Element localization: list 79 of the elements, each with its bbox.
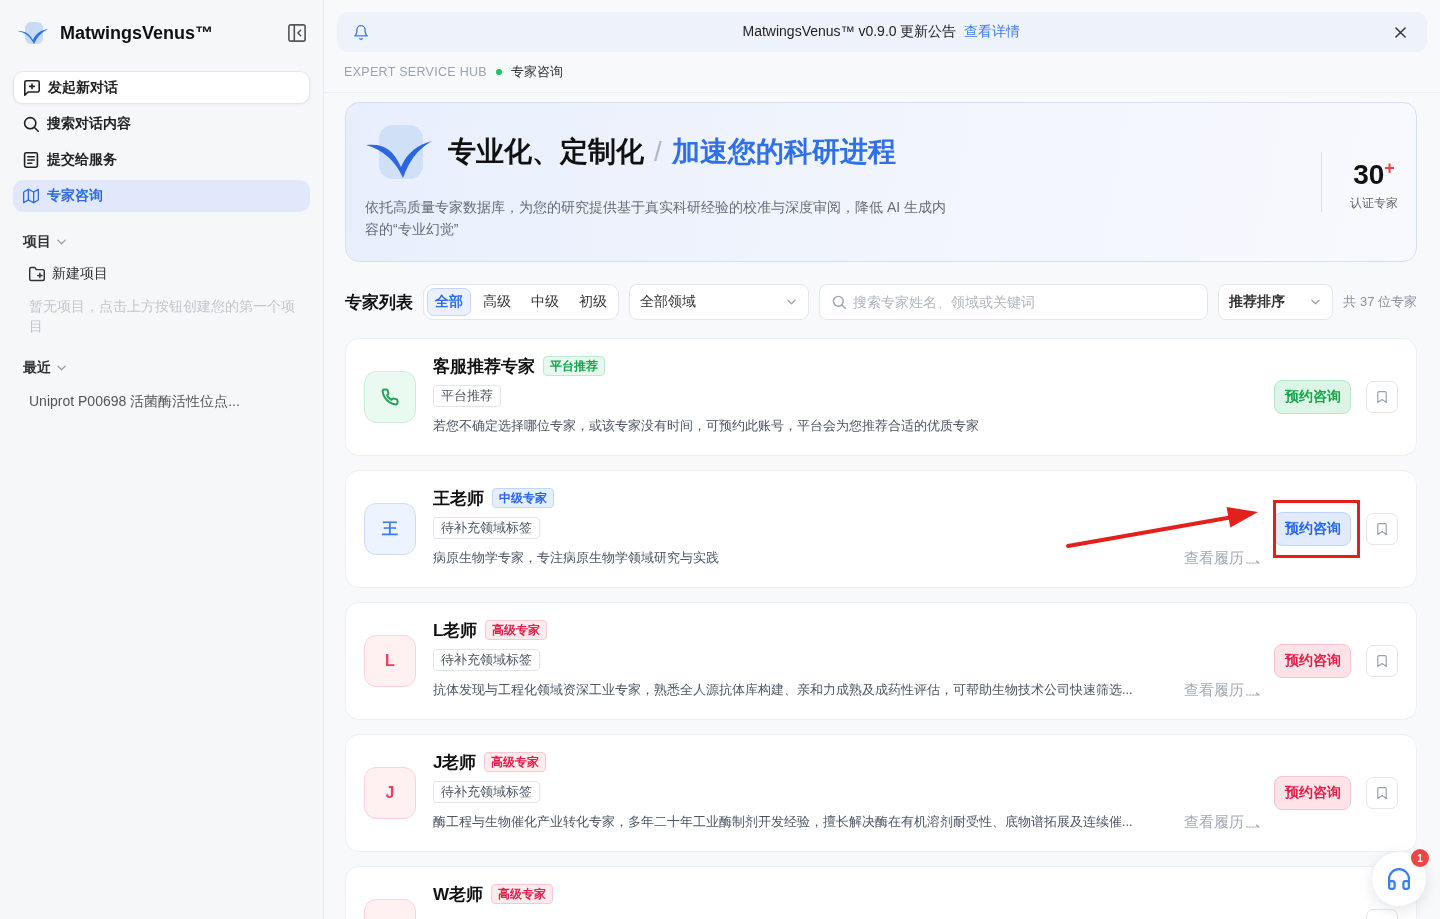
tier-tab[interactable]: 中级 (523, 288, 567, 316)
bookmark-icon (1377, 523, 1387, 535)
dotted-arrow-icon (1246, 824, 1260, 828)
field-tag: 待补充领域标签 (433, 517, 540, 539)
tier-tab[interactable]: 高级 (475, 288, 519, 316)
field-dropdown[interactable]: 全部领域 (629, 284, 809, 320)
details-link[interactable]: 查看详情 (964, 23, 1021, 41)
map-icon (23, 188, 39, 204)
chevron-down-icon (787, 299, 796, 305)
tier-tab[interactable]: 全部 (427, 288, 471, 316)
letter-avatar: J (364, 767, 416, 819)
folder-plus-icon (29, 266, 45, 282)
logo-icon (365, 123, 433, 181)
new-chat-button[interactable]: 发起新对话 (13, 71, 310, 104)
new-project-button[interactable]: 新建项目 (13, 262, 310, 286)
bookmark-icon (1377, 391, 1387, 403)
bookmark-icon (1377, 787, 1387, 799)
collapse-sidebar-icon[interactable] (288, 24, 306, 42)
field-tag: 待补充领域标签 (433, 649, 540, 671)
bookmark-button[interactable] (1366, 645, 1398, 677)
letter-avatar: 王 (364, 503, 416, 555)
chat-plus-icon (24, 79, 40, 96)
field-tag: 平台推荐 (433, 385, 501, 407)
headset-icon (1388, 868, 1410, 890)
nav-item[interactable]: 提交给服务 (13, 144, 310, 176)
expert-name: L老师 (433, 619, 478, 642)
hero-title: 专业化、定制化 (448, 135, 644, 169)
breadcrumb-page: 专家咨询 (510, 63, 563, 81)
chevron-down-icon (1311, 299, 1321, 305)
expert-description: 酶工程与生物催化产业转化专家，多年二十年工业酶制剂开发经验，擅长解决酶在有机溶剂耐受性、底物谱拓展及连续催... (433, 813, 1133, 831)
app-name: MatwingsVenus™ (60, 22, 215, 44)
bookmark-button[interactable] (1366, 777, 1398, 809)
hero-description: 依托高质量专家数据库，为您的研究提供基于真实科研经验的校准与深度审阅，降低 AI 生成内容的“专业幻觉” (365, 198, 947, 239)
status-dot-icon (495, 69, 502, 75)
tier-badge: 高级专家 (491, 884, 554, 904)
expert-name: J老师 (433, 751, 477, 774)
tier-badge: 高级专家 (484, 752, 547, 772)
search-icon (832, 295, 846, 309)
bookmark-icon (1377, 655, 1387, 667)
expert-name: W老师 (433, 883, 484, 906)
book-consultation-button[interactable]: 预约咨询 (1274, 512, 1351, 546)
expert-count-label: 认证专家 (1350, 195, 1398, 213)
book-consultation-button[interactable]: 预约咨询 (1274, 644, 1351, 678)
expert-description: 抗体发现与工程化领域资深工业专家，熟悉全人源抗体库构建、亲和力成熟及成药性评估，可帮助生物技术公司快速筛选... (433, 681, 1133, 699)
title-separator: / (654, 136, 662, 168)
list-title: 专家列表 (345, 291, 413, 314)
bell-icon (354, 24, 368, 40)
book-consultation-button[interactable]: 预约咨询 (1274, 776, 1351, 810)
sort-dropdown[interactable]: 推荐排序 (1218, 284, 1334, 320)
phone-icon (364, 371, 416, 423)
nav-item[interactable]: 搜索对话内容 (13, 108, 310, 140)
tier-badge: 高级专家 (485, 620, 548, 640)
dotted-arrow-icon (1246, 560, 1260, 564)
dotted-arrow-icon (1246, 692, 1260, 696)
expert-description: 病原生物学专家，专注病原生物学领域研究与实践 (433, 549, 719, 567)
expert-description: 若您不确定选择哪位专家，或该专家没有时间，可预约此账号，平台会为您推荐合适的优质专家 (433, 417, 979, 435)
expert-count-value: 30$^{+}$ (1353, 156, 1395, 192)
expert-name: 客服推荐专家 (433, 355, 535, 378)
bookmark-button[interactable] (1366, 381, 1398, 413)
form-icon (23, 152, 39, 168)
tier-badge: 中级专家 (492, 488, 554, 508)
section-header[interactable]: 项目 (13, 230, 310, 254)
tier-badge: 平台推荐 (543, 356, 605, 376)
close-icon[interactable] (1395, 26, 1406, 38)
logo-icon (17, 21, 49, 45)
tier-tab[interactable]: 初级 (571, 288, 615, 316)
hero-highlight-title: 加速您的科研进程 (671, 135, 896, 169)
bookmark-button[interactable] (1366, 513, 1398, 545)
nav-item[interactable]: 专家咨询 (13, 180, 310, 212)
expert-name: 王老师 (433, 487, 484, 510)
notification-badge: 1 (1411, 849, 1429, 867)
letter-avatar: L (364, 635, 416, 687)
announcement-text: MatwingsVenus™ v0.9.0 更新公告 (742, 23, 957, 41)
search-field[interactable]: 搜索专家姓名、领域或关键词 (819, 284, 1209, 320)
field-tag: 待补充领域标签 (433, 781, 540, 803)
recent-chat-item[interactable]: Uniprot P00698 活菌酶活性位点... (13, 390, 310, 412)
search-icon (23, 116, 39, 132)
section-header[interactable]: 最近 (13, 356, 310, 380)
expert-count: 共 37 位专家 (1343, 293, 1417, 311)
